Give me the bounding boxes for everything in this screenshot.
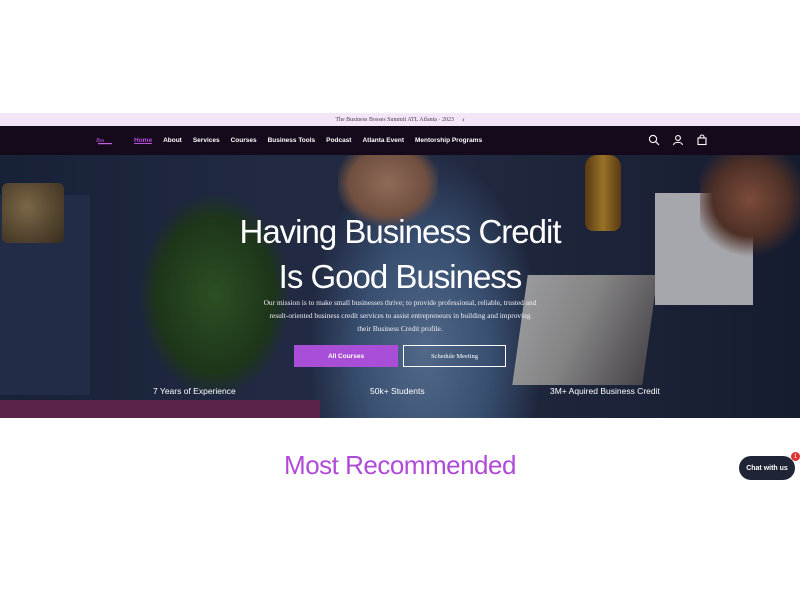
nav-business-tools[interactable]: Business Tools	[268, 137, 316, 144]
nav-services[interactable]: Services	[193, 137, 220, 144]
hero-banner: Having Business Credit Is Good Business …	[0, 155, 800, 418]
hero-title-line-2: Is Good Business	[278, 258, 523, 295]
nav-about[interactable]: About	[163, 137, 182, 144]
nav-mentorship-programs[interactable]: Mentorship Programs	[415, 137, 482, 144]
hero-subtitle: Our mission is to make small businesses …	[263, 298, 537, 333]
nav-courses[interactable]: Courses	[231, 137, 257, 144]
brand-logo-icon[interactable]: Bss	[96, 134, 114, 146]
all-courses-button[interactable]: All Courses	[294, 345, 398, 367]
header-icons	[648, 133, 708, 146]
nav-home[interactable]: Home	[134, 137, 152, 144]
chat-notification-badge: 1	[791, 452, 800, 461]
hero-title-line-1: Having Business Credit	[239, 213, 562, 250]
stat-credit: 3M+ Aquired Business Credit	[550, 386, 660, 396]
schedule-meeting-button[interactable]: Schedule Meeting	[403, 345, 506, 367]
site-header: Bss Home About Services Courses Business…	[0, 126, 800, 155]
announcement-bar[interactable]: The Business Bosses Summit ATL Atlanta ·…	[0, 113, 800, 126]
section-title: Most Recommended	[284, 450, 516, 480]
account-icon[interactable]	[672, 133, 684, 146]
stat-students: 50k+ Students	[370, 386, 425, 396]
nav-podcast[interactable]: Podcast	[326, 137, 351, 144]
chat-button[interactable]: Chat with us	[739, 456, 795, 480]
chevron-right-icon[interactable]: ›	[462, 115, 465, 124]
search-icon[interactable]	[648, 133, 660, 146]
main-nav: Home About Services Courses Business Too…	[134, 126, 482, 155]
hero-title: Having Business Credit Is Good Business	[0, 209, 800, 299]
cart-icon[interactable]	[696, 133, 708, 146]
nav-atlanta-event[interactable]: Atlanta Event	[362, 137, 404, 144]
stat-experience: 7 Years of Experience	[153, 386, 236, 396]
announcement-text[interactable]: The Business Bosses Summit ATL Atlanta ·…	[335, 117, 454, 123]
